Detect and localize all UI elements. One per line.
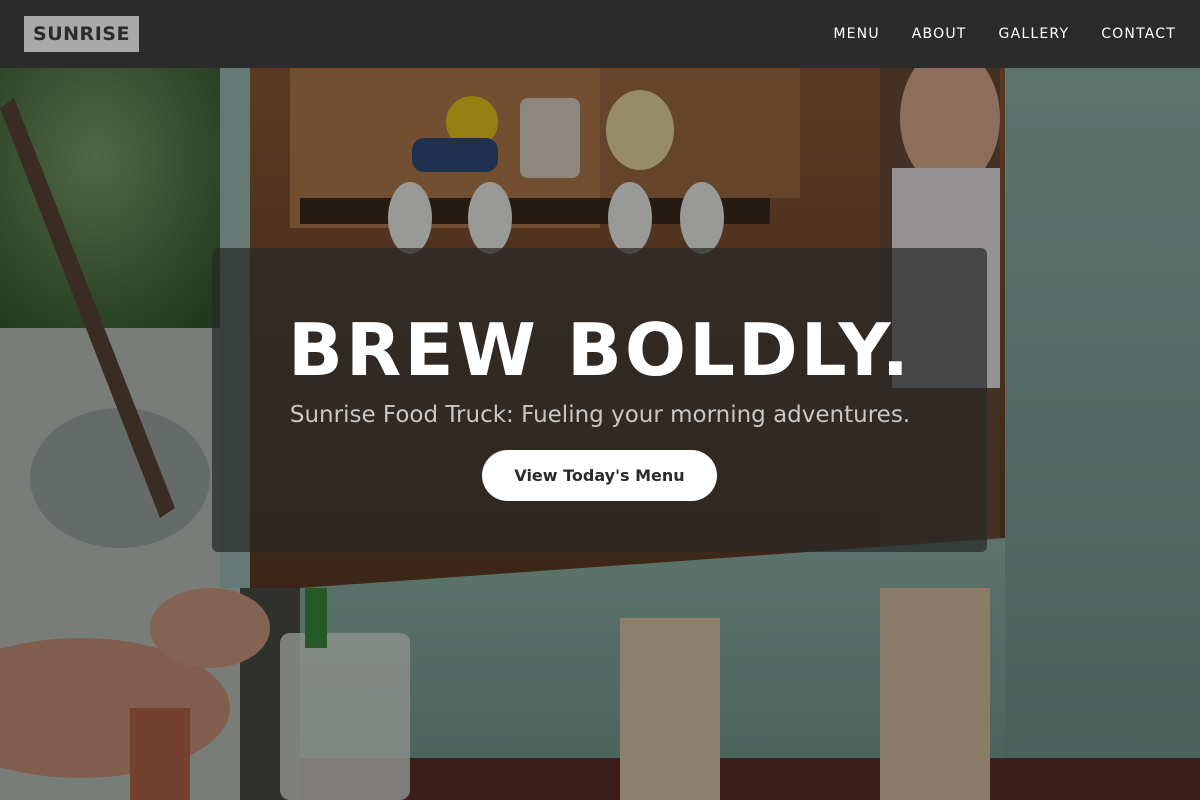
hero-headline: BREW BOLDLY. (288, 308, 912, 392)
page: SUNRISE MENU ABOUT GALLERY CONTACT BREW … (0, 0, 1200, 800)
nav-link-contact[interactable]: CONTACT (1101, 26, 1176, 42)
logo[interactable]: SUNRISE (24, 16, 139, 52)
site-header: SUNRISE MENU ABOUT GALLERY CONTACT (0, 0, 1200, 68)
main-nav: MENU ABOUT GALLERY CONTACT (833, 0, 1176, 68)
nav-link-gallery[interactable]: GALLERY (999, 26, 1070, 42)
view-menu-button[interactable]: View Today's Menu (482, 450, 717, 501)
nav-link-menu[interactable]: MENU (833, 26, 879, 42)
hero-tagline: Sunrise Food Truck: Fueling your morning… (289, 402, 911, 428)
nav-link-about[interactable]: ABOUT (912, 26, 967, 42)
